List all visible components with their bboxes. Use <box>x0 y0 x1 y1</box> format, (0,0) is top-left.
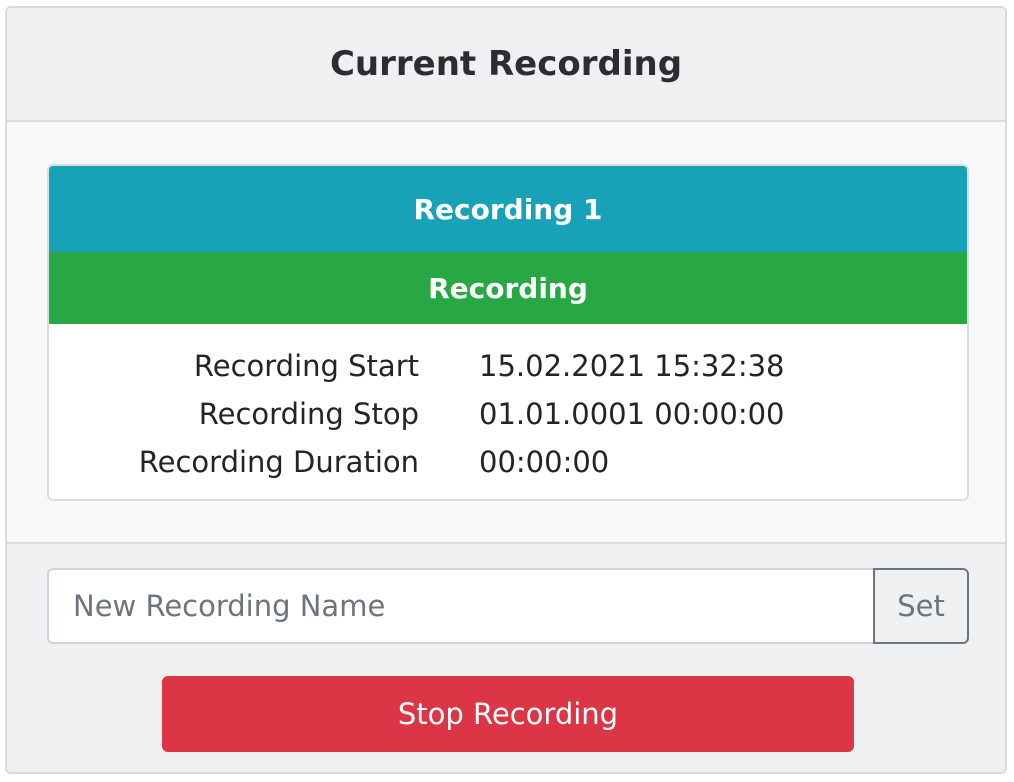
detail-value: 15.02.2021 15:32:38 <box>479 349 785 383</box>
stop-recording-button[interactable]: Stop Recording <box>162 676 854 752</box>
detail-value: 01.01.0001 00:00:00 <box>479 397 785 431</box>
recording-status-banner: Recording <box>49 252 967 324</box>
card-footer: Set Stop Recording <box>7 542 1005 772</box>
recording-status: Recording <box>428 271 588 305</box>
recording-name: Recording 1 <box>413 192 603 226</box>
card-header: Current Recording <box>7 8 1005 122</box>
rename-input-group: Set <box>47 568 969 644</box>
page-title: Current Recording <box>329 44 683 84</box>
recording-name-banner: Recording 1 <box>49 166 967 252</box>
recording-name-input[interactable] <box>47 568 873 644</box>
set-name-button[interactable]: Set <box>873 568 969 644</box>
detail-label: Recording Start <box>193 349 419 383</box>
detail-label: Recording Stop <box>198 397 419 431</box>
current-recording-card: Current Recording Recording 1 Recording … <box>5 6 1007 774</box>
detail-row-start: Recording Start 15.02.2021 15:32:38 <box>49 342 967 390</box>
card-body: Recording 1 Recording Recording Start 15… <box>7 122 1005 542</box>
detail-label: Recording Duration <box>138 445 419 479</box>
recording-info-card: Recording 1 Recording Recording Start 15… <box>47 164 969 501</box>
detail-value: 00:00:00 <box>479 445 610 479</box>
recording-details: Recording Start 15.02.2021 15:32:38 Reco… <box>49 324 967 486</box>
detail-row-duration: Recording Duration 00:00:00 <box>49 438 967 486</box>
detail-row-stop: Recording Stop 01.01.0001 00:00:00 <box>49 390 967 438</box>
